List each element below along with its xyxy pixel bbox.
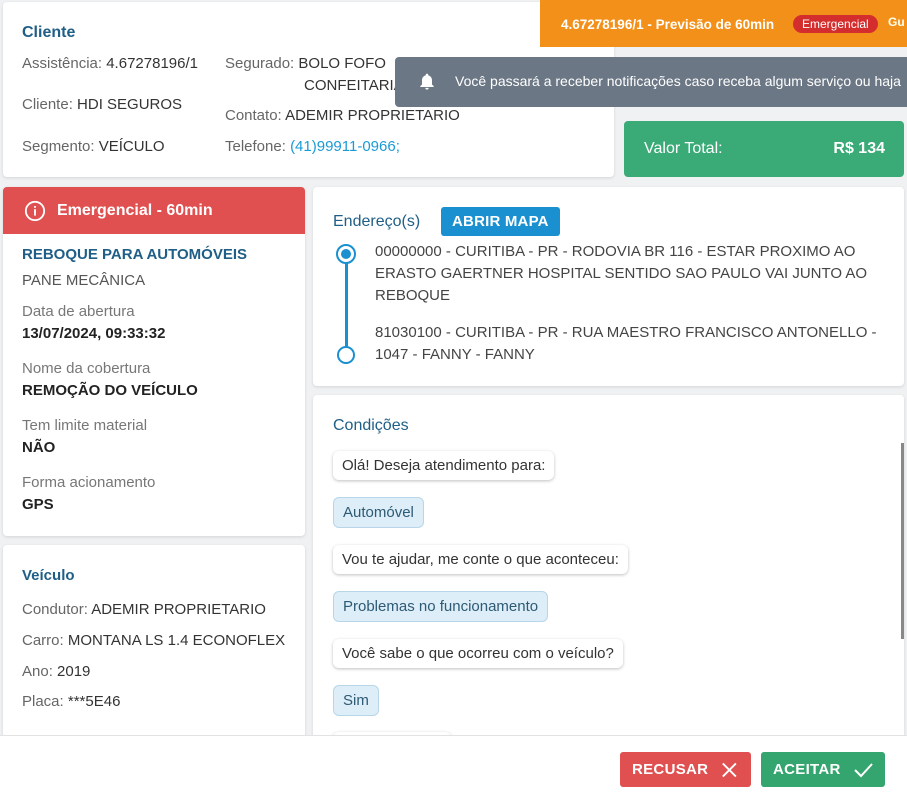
total-value: R$ 134 bbox=[833, 140, 885, 157]
service-type: REBOQUE PARA AUTOMÓVEIS bbox=[22, 246, 248, 263]
bell-icon bbox=[420, 73, 434, 90]
secondary-badge: Gu bbox=[888, 15, 905, 29]
check-icon bbox=[853, 762, 873, 777]
notification-message: Você passará a receber notificações caso… bbox=[455, 73, 901, 89]
activation-value: GPS bbox=[22, 496, 54, 513]
info-icon bbox=[24, 200, 46, 222]
close-icon bbox=[722, 762, 737, 777]
ano-value: 2019 bbox=[57, 663, 91, 680]
action-footer: RECUSAR ACEITAR bbox=[0, 735, 907, 802]
conditions-card: Condições Olá! Deseja atendimento para: … bbox=[313, 395, 904, 740]
chat-answer: Automóvel bbox=[333, 497, 424, 528]
emergency-header: Emergencial - 60min bbox=[3, 187, 305, 234]
service-card: Emergencial - 60min REBOQUE PARA AUTOMÓV… bbox=[3, 187, 305, 536]
condutor-row: Condutor: ADEMIR PROPRIETARIO bbox=[22, 601, 266, 618]
placa-row: Placa: ***5E46 bbox=[22, 693, 120, 710]
total-card: Valor Total: R$ 134 bbox=[624, 121, 904, 177]
material-limit-value: NÃO bbox=[22, 439, 56, 456]
cliente-row: Cliente: HDI SEGUROS bbox=[22, 96, 182, 113]
destination-address: 81030100 - CURITIBA - PR - RUA MAESTRO F… bbox=[375, 324, 877, 363]
vehicle-title: Veículo bbox=[22, 567, 75, 584]
assistencia-value: 4.67278196/1 bbox=[106, 55, 198, 72]
emergency-badge: Emergencial bbox=[793, 15, 878, 33]
carro-value: MONTANA LS 1.4 ECONOFLEX bbox=[67, 632, 286, 649]
refuse-button-label: RECUSAR bbox=[632, 761, 709, 778]
destination-marker-icon bbox=[337, 346, 355, 364]
ano-row: Ano: 2019 bbox=[22, 663, 90, 680]
condutor-value: ADEMIR PROPRIETARIO bbox=[91, 601, 266, 618]
origin-address: 00000000 - CURITIBA - PR - RODOVIA BR 11… bbox=[375, 243, 868, 304]
ano-label: Ano: bbox=[22, 663, 53, 680]
telefone-row: Telefone: (41)99911-0966; bbox=[225, 138, 400, 155]
telefone-link[interactable]: (41)99911-0966; bbox=[290, 138, 400, 155]
opening-date-label: Data de abertura bbox=[22, 303, 135, 320]
route-line bbox=[345, 255, 348, 355]
chat-question: Vou te ajudar, me conte o que aconteceu: bbox=[333, 545, 628, 574]
origin-marker-icon bbox=[336, 244, 356, 264]
cliente-label: Cliente: bbox=[22, 96, 73, 113]
segurado-value: BOLO FOFO bbox=[298, 55, 386, 72]
segurado-row-2: CONFEITARIA bbox=[304, 77, 404, 94]
activation-label: Forma acionamento bbox=[22, 474, 156, 491]
segurado-row: Segurado: BOLO FOFO bbox=[225, 55, 386, 72]
placa-label: Placa: bbox=[22, 693, 64, 710]
client-title: Cliente bbox=[22, 24, 76, 41]
notification-toast[interactable]: Você passará a receber notificações caso… bbox=[395, 57, 907, 107]
address-card: Endereço(s) ABRIR MAPA 00000000 - CURITI… bbox=[313, 187, 904, 386]
opening-date-value: 13/07/2024, 09:33:32 bbox=[22, 325, 166, 342]
carro-row: Carro: MONTANA LS 1.4 ECONOFLEX bbox=[22, 632, 285, 649]
condutor-label: Condutor: bbox=[22, 601, 88, 618]
segmento-label: Segmento: bbox=[22, 138, 95, 155]
chat-answer: Problemas no funcionamento bbox=[333, 591, 549, 622]
refuse-button[interactable]: RECUSAR bbox=[620, 752, 751, 787]
open-map-button[interactable]: ABRIR MAPA bbox=[441, 207, 560, 236]
contato-row: Contato: ADEMIR PROPRIETARIO bbox=[225, 107, 460, 124]
service-alert-banner[interactable]: 4.67278196/1 - Previsão de 60min Emergen… bbox=[540, 0, 907, 47]
cliente-value: HDI SEGUROS bbox=[77, 96, 183, 113]
chat-question: Você sabe o que ocorreu com o veículo? bbox=[333, 639, 623, 668]
segurado-label: Segurado: bbox=[225, 55, 295, 72]
telefone-label: Telefone: bbox=[225, 138, 286, 155]
accept-button[interactable]: ACEITAR bbox=[761, 752, 885, 787]
chat-question: Olá! Deseja atendimento para: bbox=[333, 451, 555, 480]
placa-value: ***5E46 bbox=[67, 693, 121, 710]
vehicle-card: Veículo Condutor: ADEMIR PROPRIETARIO Ca… bbox=[3, 545, 305, 740]
emergency-header-text: Emergencial - 60min bbox=[57, 202, 213, 219]
total-label: Valor Total: bbox=[644, 140, 723, 157]
carro-label: Carro: bbox=[22, 632, 64, 649]
conditions-title: Condições bbox=[333, 417, 409, 434]
banner-subtitle: 4.67278196/1 - Previsão de 60min bbox=[561, 17, 775, 32]
chat-answer: Sim bbox=[333, 685, 379, 716]
conditions-scrollbar[interactable] bbox=[901, 443, 904, 639]
segurado-value-2: CONFEITARIA bbox=[304, 77, 404, 94]
accept-button-label: ACEITAR bbox=[773, 761, 841, 778]
contato-value: ADEMIR PROPRIETARIO bbox=[285, 107, 460, 124]
service-problem: PANE MECÂNICA bbox=[22, 272, 146, 289]
coverage-label: Nome da cobertura bbox=[22, 360, 151, 377]
contato-label: Contato: bbox=[225, 107, 282, 124]
segmento-value: VEÍCULO bbox=[98, 138, 165, 155]
material-limit-label: Tem limite material bbox=[22, 417, 148, 434]
segmento-row: Segmento: VEÍCULO bbox=[22, 138, 165, 155]
coverage-value: REMOÇÃO DO VEÍCULO bbox=[22, 382, 198, 399]
assistencia-label: Assistência: bbox=[22, 55, 103, 72]
address-title: Endereço(s) bbox=[333, 213, 421, 230]
assistencia-row: Assistência: 4.67278196/1 bbox=[22, 55, 198, 72]
